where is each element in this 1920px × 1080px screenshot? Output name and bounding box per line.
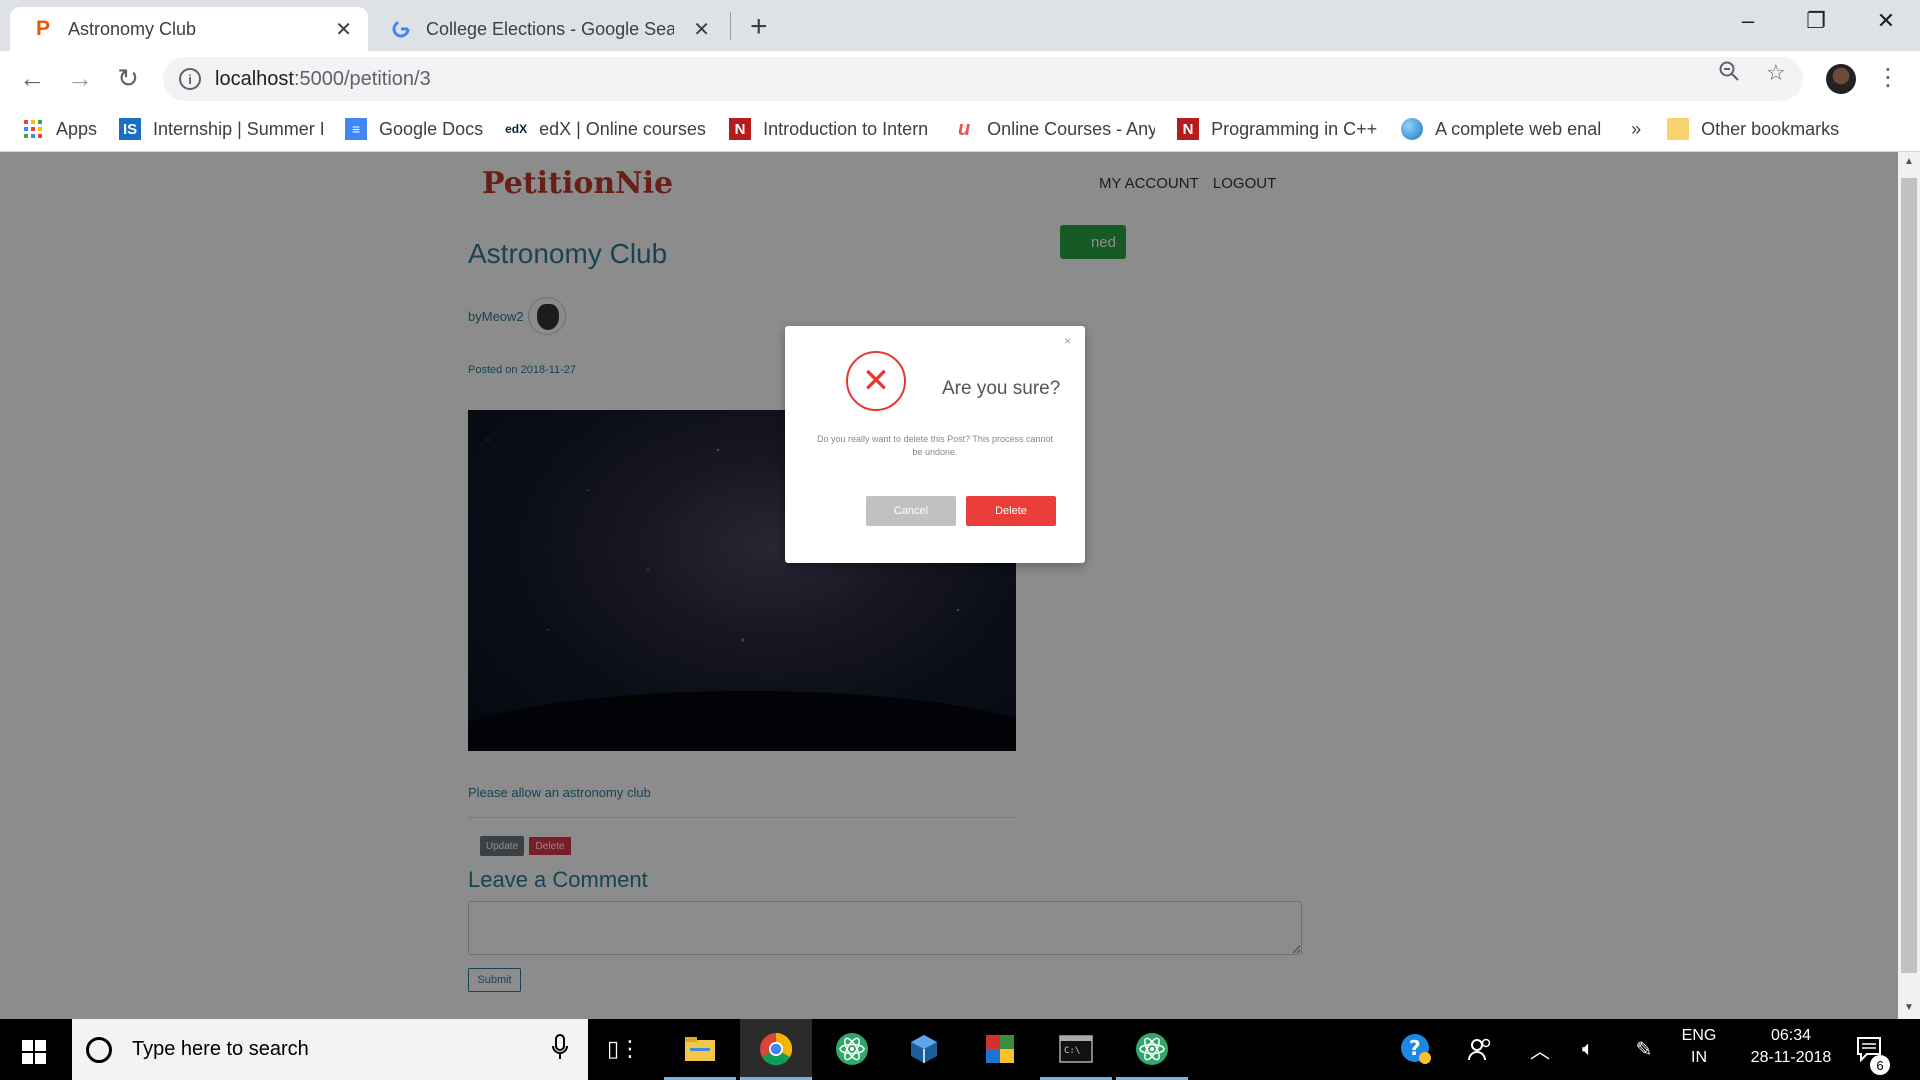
reload-icon[interactable]: ↻ (110, 63, 146, 94)
confirm-delete-modal: × ✕ Are you sure? Do you really want to … (785, 326, 1085, 563)
modal-message: Do you really want to delete this Post? … (817, 434, 1053, 458)
volume-icon[interactable]: 🔈︎ (1570, 1031, 1606, 1067)
address-bar[interactable]: i localhost:5000/petition/3 (163, 57, 1803, 101)
forward-arrow-icon[interactable]: → (62, 63, 98, 94)
microphone-icon[interactable] (552, 1033, 568, 1066)
command-prompt-icon[interactable]: C:\ (1058, 1031, 1094, 1067)
tab-title: College Elections - Google Search (426, 18, 674, 39)
udemy-icon: u (957, 117, 971, 140)
error-x-icon: ✕ (846, 351, 906, 411)
google-g-icon (390, 18, 412, 40)
file-explorer-icon[interactable] (682, 1031, 718, 1067)
winrar-icon[interactable] (982, 1031, 1018, 1067)
bookmark-label: Internship | Summer I (153, 118, 324, 139)
scroll-thumb[interactable] (1901, 178, 1917, 973)
site-info-icon[interactable]: i (179, 68, 201, 90)
bookmark-star-icon[interactable]: ☆ (1766, 60, 1786, 86)
new-tab-button[interactable]: + (750, 10, 768, 44)
tab-strip: P Astronomy Club ✕ College Elections - G… (0, 0, 1920, 51)
bookmark-other[interactable]: Other bookmarks (1667, 118, 1839, 140)
zoom-icon[interactable] (1718, 60, 1740, 88)
edx-icon: edX (505, 122, 528, 136)
scroll-down-arrow-icon[interactable]: ▼ (1904, 1002, 1914, 1013)
language-code: ENG (1681, 1027, 1717, 1044)
browser-toolbar: ← → ↻ i localhost:5000/petition/3 ☆ ⋮ (0, 51, 1920, 107)
windows-taskbar: Type here to search ▯⋮ C:\ ? ︿ 🔈︎ ✎ ENG … (0, 1019, 1920, 1080)
scroll-up-arrow-icon[interactable]: ▲ (1904, 156, 1914, 167)
close-tab-icon[interactable]: ✕ (335, 17, 352, 42)
cortana-icon (86, 1036, 112, 1063)
confirm-delete-button[interactable]: Delete (966, 496, 1056, 526)
minimize-button[interactable]: – (1728, 8, 1768, 34)
bookmark-internship[interactable]: IS Internship | Summer I (119, 118, 323, 140)
folder-icon (1667, 118, 1690, 140)
url-host: localhost (215, 67, 294, 90)
pen-icon[interactable]: ✎ (1626, 1031, 1662, 1067)
modal-heading: Are you sure? (942, 378, 1061, 399)
bookmark-label: Introduction to Intern (763, 118, 929, 139)
language-indicator[interactable]: ENG IN (1676, 1027, 1722, 1067)
n-bookmark-icon: N (729, 118, 752, 140)
task-view-icon[interactable]: ▯⋮ (606, 1031, 642, 1067)
page-scrollbar[interactable]: ▲ ▼ (1898, 152, 1920, 1019)
bookmark-label: Google Docs (379, 118, 484, 139)
globe-icon (1401, 118, 1424, 140)
bookmark-google-docs[interactable]: ≡ Google Docs (345, 118, 483, 140)
atom-editor-icon[interactable] (1134, 1031, 1170, 1067)
back-arrow-icon[interactable]: ← (14, 63, 50, 94)
taskbar-search[interactable]: Type here to search (72, 1019, 588, 1080)
notification-count-badge: 6 (1870, 1055, 1890, 1075)
bookmark-label: Programming in C++ (1211, 118, 1378, 139)
chrome-menu-icon[interactable]: ⋮ (1876, 63, 1900, 92)
clock[interactable]: 06:34 28-11-2018 (1740, 1027, 1842, 1067)
bookmark-programming-cpp[interactable]: N Programming in C++ (1177, 118, 1379, 140)
page-viewport: PetitionNie MY ACCOUNT LOGOUT ned Astron… (0, 152, 1898, 1019)
svg-text:?: ? (1409, 1036, 1421, 1060)
internshala-icon: IS (119, 118, 142, 140)
bookmark-label: Apps (56, 118, 98, 139)
cancel-button[interactable]: Cancel (866, 496, 956, 526)
petitionie-p-icon: P (35, 17, 50, 40)
google-docs-icon: ≡ (345, 118, 368, 140)
chrome-icon[interactable] (758, 1031, 794, 1067)
more-bookmarks-chevron[interactable]: » (1631, 119, 1641, 140)
tab-astronomy-club[interactable]: P Astronomy Club ✕ (10, 7, 368, 51)
n-bookmark-icon: N (1177, 118, 1200, 140)
url-path: :5000/petition/3 (293, 67, 431, 90)
virtualbox-icon[interactable] (906, 1031, 942, 1067)
chevron-up-icon[interactable]: ︿ (1522, 1031, 1558, 1067)
modal-close-icon[interactable]: × (1064, 334, 1071, 348)
bookmark-label: A complete web enal (1435, 118, 1602, 139)
region-code: IN (1691, 1049, 1707, 1066)
bookmark-label: Online Courses - Any (987, 118, 1156, 139)
people-icon[interactable] (1462, 1031, 1498, 1067)
tab-title: Astronomy Club (68, 18, 197, 39)
apps-grid-icon (22, 118, 44, 140)
atom-editor-icon[interactable] (834, 1031, 870, 1067)
modal-backdrop[interactable] (0, 152, 1898, 1019)
bookmark-label: edX | Online courses (539, 118, 706, 139)
bookmark-online-courses[interactable]: u Online Courses - Any (953, 118, 1155, 140)
close-window-button[interactable]: ✕ (1866, 8, 1906, 34)
tab-divider (730, 12, 731, 40)
windows-start-icon[interactable] (22, 1040, 46, 1064)
clock-date: 28-11-2018 (1750, 1049, 1832, 1066)
bookmark-edx[interactable]: edX edX | Online courses (505, 118, 707, 140)
profile-avatar[interactable] (1826, 64, 1856, 94)
bookmark-apps[interactable]: Apps (22, 118, 97, 140)
close-tab-icon[interactable]: ✕ (693, 17, 710, 42)
tab-college-elections[interactable]: College Elections - Google Search ✕ (368, 7, 726, 51)
restore-button[interactable]: ❐ (1796, 8, 1836, 34)
bookmark-introduction[interactable]: N Introduction to Intern (729, 118, 931, 140)
search-placeholder: Type here to search (132, 1038, 309, 1060)
bookmark-complete-web[interactable]: A complete web enal (1401, 118, 1603, 140)
help-question-icon[interactable]: ? (1398, 1031, 1434, 1067)
bookmarks-bar: Apps IS Internship | Summer I ≡ Google D… (0, 107, 1920, 152)
url-text: localhost:5000/petition/3 (215, 68, 431, 91)
svg-text:C:\: C:\ (1064, 1046, 1080, 1056)
clock-time: 06:34 (1770, 1027, 1812, 1044)
bookmark-label: Other bookmarks (1701, 118, 1840, 139)
